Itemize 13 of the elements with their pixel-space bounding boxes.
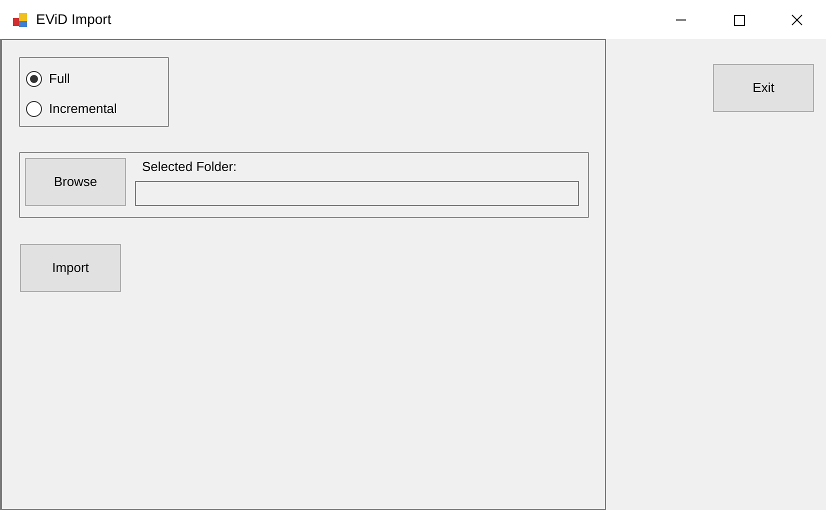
window-title: EViD Import bbox=[36, 10, 112, 29]
close-icon bbox=[791, 14, 803, 26]
import-button[interactable]: Import bbox=[20, 244, 121, 292]
radio-button[interactable] bbox=[26, 101, 42, 117]
exit-button[interactable]: Exit bbox=[713, 64, 814, 112]
maximize-icon bbox=[733, 14, 745, 26]
folder-field[interactable] bbox=[135, 181, 579, 206]
radio-label[interactable]: Incremental bbox=[49, 99, 117, 119]
field-label: Selected Folder: bbox=[142, 158, 238, 176]
radio-button[interactable] bbox=[26, 71, 42, 87]
radio-label[interactable]: Full bbox=[49, 69, 70, 89]
app-icon bbox=[12, 12, 28, 28]
browse-button[interactable]: Browse bbox=[25, 158, 126, 206]
